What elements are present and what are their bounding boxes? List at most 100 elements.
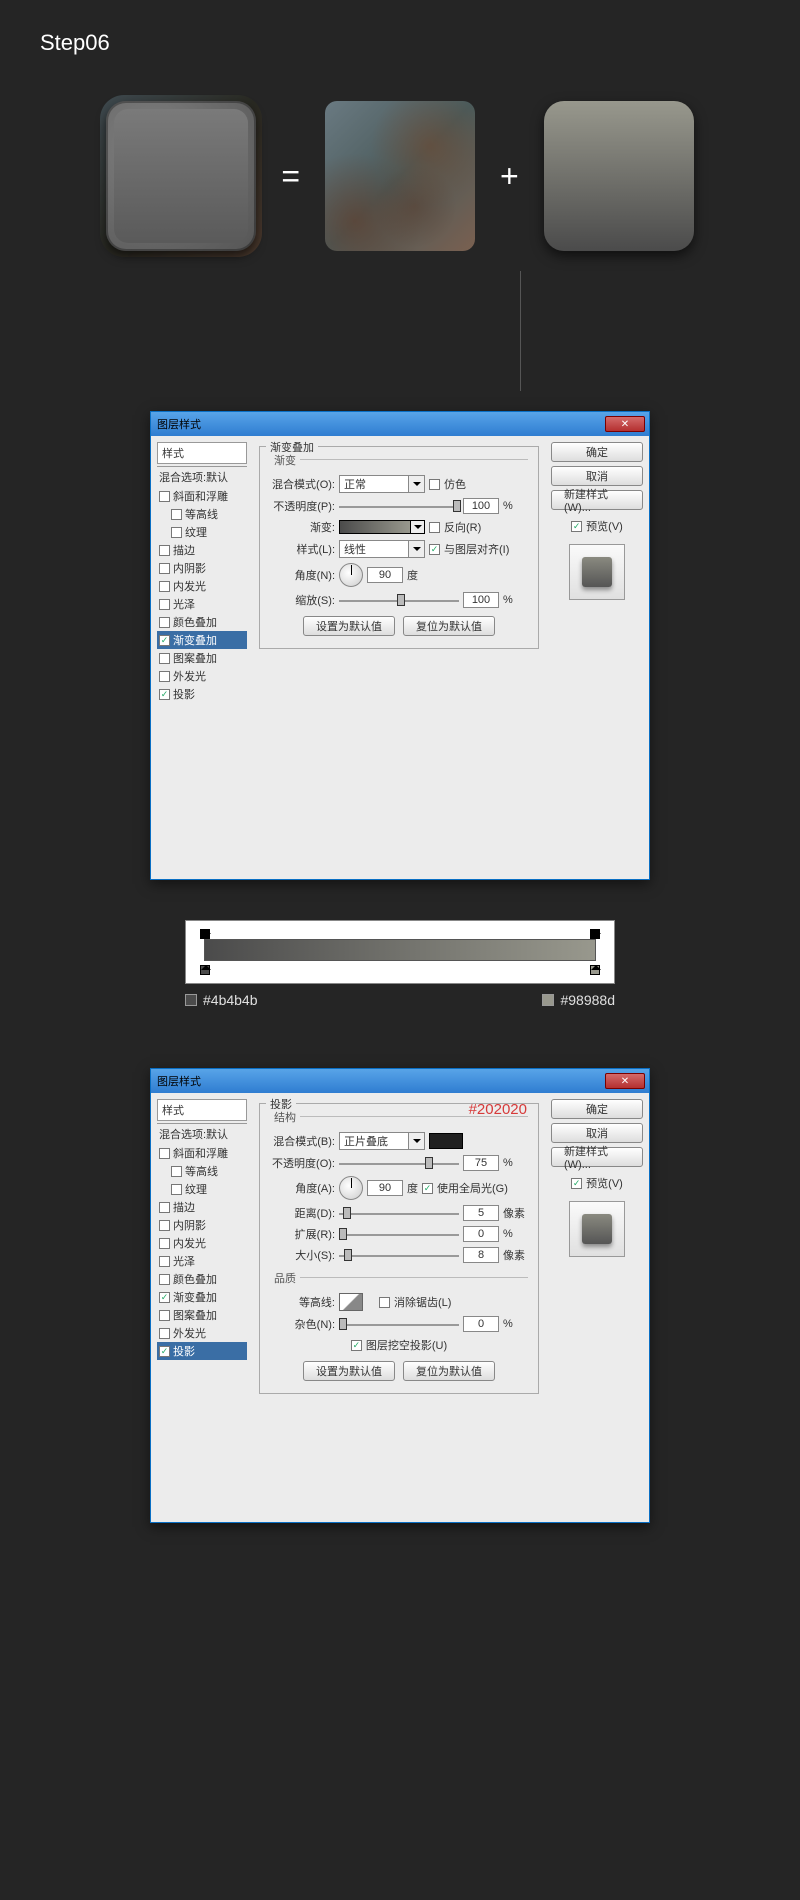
blend-mode-select[interactable]: 正片叠底 — [339, 1132, 425, 1150]
style-checkbox[interactable] — [159, 1256, 170, 1267]
dialog-titlebar[interactable]: 图层样式 ✕ — [151, 1069, 649, 1093]
grad-style-select[interactable]: 线性 — [339, 540, 425, 558]
style-item[interactable]: 渐变叠加 — [157, 1288, 247, 1306]
ok-button[interactable]: 确定 — [551, 442, 643, 462]
opacity-stop-right[interactable] — [590, 929, 600, 939]
style-checkbox[interactable] — [159, 581, 170, 592]
style-checkbox[interactable] — [159, 563, 170, 574]
style-item[interactable]: 斜面和浮雕 — [157, 1144, 247, 1162]
style-checkbox[interactable] — [159, 1328, 170, 1339]
align-checkbox[interactable] — [429, 544, 440, 555]
opacity-slider[interactable] — [339, 1155, 459, 1171]
style-item[interactable]: 纹理 — [157, 523, 247, 541]
style-checkbox[interactable] — [171, 527, 182, 538]
global-light-checkbox[interactable] — [422, 1183, 433, 1194]
style-item[interactable]: 等高线 — [157, 1162, 247, 1180]
style-checkbox[interactable] — [159, 599, 170, 610]
opacity-input[interactable]: 100 — [463, 498, 499, 514]
scale-slider[interactable] — [339, 592, 459, 608]
style-checkbox[interactable] — [159, 1238, 170, 1249]
cancel-button[interactable]: 取消 — [551, 1123, 643, 1143]
ok-button[interactable]: 确定 — [551, 1099, 643, 1119]
set-default-button[interactable]: 设置为默认值 — [303, 616, 395, 636]
spread-input[interactable]: 0 — [463, 1226, 499, 1242]
reset-default-button[interactable]: 复位为默认值 — [403, 1361, 495, 1381]
new-style-button[interactable]: 新建样式(W)... — [551, 490, 643, 510]
new-style-button[interactable]: 新建样式(W)... — [551, 1147, 643, 1167]
styles-header[interactable]: 样式 — [157, 1099, 247, 1121]
knockout-checkbox[interactable] — [351, 1340, 362, 1351]
style-item[interactable]: 纹理 — [157, 1180, 247, 1198]
size-input[interactable]: 8 — [463, 1247, 499, 1263]
style-item[interactable]: 投影 — [157, 1342, 247, 1360]
reverse-checkbox[interactable] — [429, 522, 440, 533]
style-item[interactable]: 描边 — [157, 541, 247, 559]
style-item[interactable]: 内阴影 — [157, 1216, 247, 1234]
angle-input[interactable]: 90 — [367, 1180, 403, 1196]
style-checkbox[interactable] — [171, 509, 182, 520]
gradient-bar[interactable] — [204, 939, 596, 961]
close-button[interactable]: ✕ — [605, 416, 645, 432]
style-checkbox[interactable] — [159, 1274, 170, 1285]
angle-input[interactable]: 90 — [367, 567, 403, 583]
gradient-picker[interactable] — [339, 520, 425, 534]
angle-dial[interactable] — [339, 1176, 363, 1200]
styles-header[interactable]: 样式 — [157, 442, 247, 464]
style-checkbox[interactable] — [159, 617, 170, 628]
blend-mode-select[interactable]: 正常 — [339, 475, 425, 493]
style-checkbox[interactable] — [171, 1166, 182, 1177]
style-item[interactable]: 等高线 — [157, 505, 247, 523]
opacity-stop-left[interactable] — [200, 929, 210, 939]
style-checkbox[interactable] — [159, 653, 170, 664]
style-checkbox[interactable] — [159, 635, 170, 646]
dither-checkbox[interactable] — [429, 479, 440, 490]
style-item[interactable]: 投影 — [157, 685, 247, 703]
scale-input[interactable]: 100 — [463, 592, 499, 608]
style-item[interactable]: 颜色叠加 — [157, 613, 247, 631]
dialog-titlebar[interactable]: 图层样式 ✕ — [151, 412, 649, 436]
style-item[interactable]: 斜面和浮雕 — [157, 487, 247, 505]
gradient-editor[interactable] — [185, 920, 615, 984]
style-checkbox[interactable] — [159, 1310, 170, 1321]
set-default-button[interactable]: 设置为默认值 — [303, 1361, 395, 1381]
reset-default-button[interactable]: 复位为默认值 — [403, 616, 495, 636]
style-item[interactable]: 外发光 — [157, 667, 247, 685]
style-item[interactable]: 光泽 — [157, 595, 247, 613]
style-checkbox[interactable] — [171, 1184, 182, 1195]
style-checkbox[interactable] — [159, 1148, 170, 1159]
distance-input[interactable]: 5 — [463, 1205, 499, 1221]
angle-dial[interactable] — [339, 563, 363, 587]
style-checkbox[interactable] — [159, 1202, 170, 1213]
style-item[interactable]: 外发光 — [157, 1324, 247, 1342]
preview-checkbox[interactable] — [571, 1178, 582, 1189]
style-checkbox[interactable] — [159, 1292, 170, 1303]
style-checkbox[interactable] — [159, 1346, 170, 1357]
distance-slider[interactable] — [339, 1205, 459, 1221]
opacity-input[interactable]: 75 — [463, 1155, 499, 1171]
spread-slider[interactable] — [339, 1226, 459, 1242]
preview-checkbox[interactable] — [571, 521, 582, 532]
shadow-color-swatch[interactable] — [429, 1133, 463, 1149]
style-checkbox[interactable] — [159, 545, 170, 556]
opacity-slider[interactable] — [339, 498, 459, 514]
blend-options[interactable]: 混合选项:默认 — [157, 466, 247, 487]
style-checkbox[interactable] — [159, 671, 170, 682]
style-item[interactable]: 光泽 — [157, 1252, 247, 1270]
style-item[interactable]: 内发光 — [157, 577, 247, 595]
contour-picker[interactable] — [339, 1293, 363, 1311]
close-button[interactable]: ✕ — [605, 1073, 645, 1089]
color-stop-left[interactable] — [200, 965, 210, 975]
style-item[interactable]: 图案叠加 — [157, 1306, 247, 1324]
style-item[interactable]: 内阴影 — [157, 559, 247, 577]
noise-slider[interactable] — [339, 1316, 459, 1332]
cancel-button[interactable]: 取消 — [551, 466, 643, 486]
color-stop-right[interactable] — [590, 965, 600, 975]
style-checkbox[interactable] — [159, 1220, 170, 1231]
style-item[interactable]: 描边 — [157, 1198, 247, 1216]
style-item[interactable]: 渐变叠加 — [157, 631, 247, 649]
noise-input[interactable]: 0 — [463, 1316, 499, 1332]
style-item[interactable]: 图案叠加 — [157, 649, 247, 667]
size-slider[interactable] — [339, 1247, 459, 1263]
style-checkbox[interactable] — [159, 491, 170, 502]
blend-options[interactable]: 混合选项:默认 — [157, 1123, 247, 1144]
